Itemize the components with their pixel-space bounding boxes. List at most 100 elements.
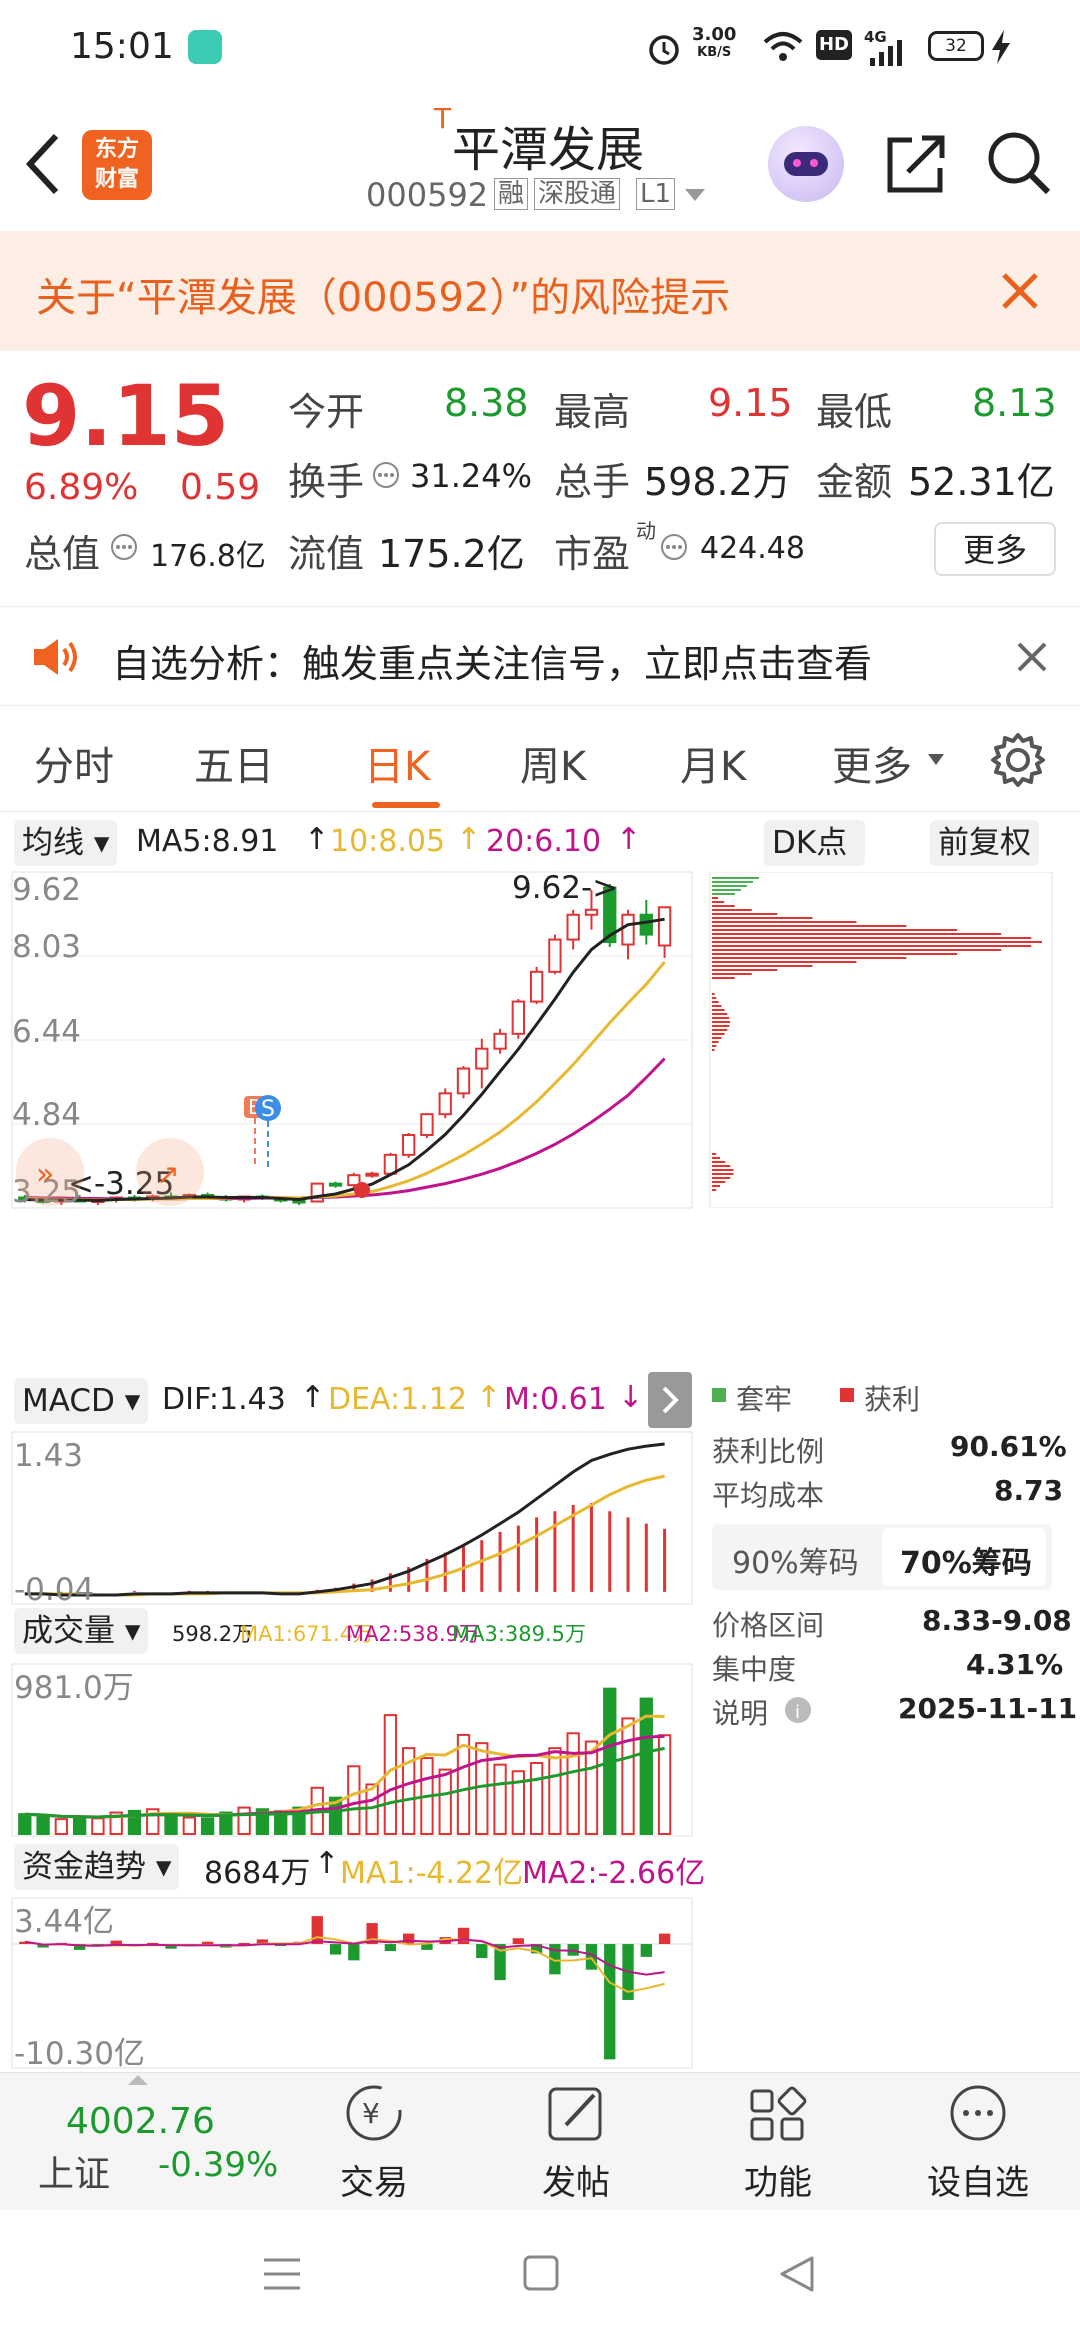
ma10-label: 10:8.05 — [330, 824, 446, 859]
volume-bar — [36, 1814, 50, 1836]
avg-cost-value: 8.73 — [994, 1474, 1064, 1507]
close-icon[interactable] — [1016, 641, 1048, 673]
high-marker: 9.62-> — [512, 870, 618, 906]
volume-bar — [18, 1813, 32, 1835]
menu-icon[interactable] — [262, 2256, 302, 2292]
info-icon[interactable]: i — [784, 1696, 812, 1724]
turnover-label: 换手 — [288, 460, 365, 504]
kline-chart[interactable]: 9.62 8.03 6.44 4.84 3.25 9.62-> <-3.25 B… — [11, 870, 693, 1210]
chevron-right-icon — [662, 1386, 679, 1414]
volume-chart[interactable]: 981.0万 — [11, 1663, 693, 1837]
risk-banner[interactable]: 关于“平潭发展（000592）”的风险提示 — [0, 231, 1080, 351]
tab-chip-70[interactable]: 70%筹码 — [900, 1538, 1032, 1582]
period-tabs: 分时 五日 日K 周K 月K 更多 — [0, 706, 1080, 812]
robot-assistant-icon[interactable] — [768, 126, 844, 202]
info-icon[interactable] — [110, 533, 138, 561]
volume-ymax: 981.0万 — [14, 1670, 134, 1706]
tab-weekly-k[interactable]: 周K — [520, 734, 586, 792]
volume-bar — [54, 1818, 69, 1836]
candle — [328, 1182, 343, 1187]
trade-button[interactable]: ¥ 交易 — [324, 2083, 424, 2203]
back-nav-icon[interactable] — [778, 2254, 816, 2294]
status-time: 15:01 — [70, 26, 174, 67]
close-icon[interactable] — [1000, 271, 1040, 311]
gear-icon[interactable] — [990, 732, 1046, 788]
concentration-value: 4.31% — [966, 1648, 1064, 1681]
signal-icon — [870, 40, 902, 66]
search-icon[interactable] — [986, 130, 1052, 198]
dropdown-icon[interactable] — [684, 188, 706, 202]
candle — [402, 1134, 416, 1156]
caret-up-icon[interactable] — [128, 2073, 148, 2085]
share-icon[interactable] — [884, 132, 948, 196]
info-icon[interactable] — [372, 461, 400, 489]
expand-panel-button[interactable] — [648, 1372, 692, 1428]
amount-label: 金额 — [816, 460, 893, 504]
notice-text[interactable]: 自选分析：触发重点关注信号，立即点击查看 — [112, 633, 872, 688]
indicator-select[interactable]: 均线 ▾ — [14, 820, 118, 866]
fund-bar — [311, 1916, 323, 1945]
home-icon[interactable] — [522, 2254, 560, 2292]
post-button[interactable]: 发帖 — [526, 2083, 626, 2203]
more-button[interactable]: 更多 — [934, 522, 1056, 576]
hd-badge: HD — [816, 30, 852, 60]
dea-label: DEA:1.12 — [328, 1382, 467, 1417]
high-label: 最高 — [554, 390, 631, 434]
back-icon[interactable] — [22, 132, 62, 196]
tab-indicator — [372, 802, 440, 808]
fund-trend-select[interactable]: 资金趋势 ▾ — [14, 1844, 180, 1890]
tab-five-day[interactable]: 五日 — [194, 734, 274, 792]
expand-icon: ↗ — [156, 1158, 179, 1191]
candle — [420, 1113, 434, 1137]
candle — [584, 908, 599, 916]
dk-point-toggle[interactable]: DK点 — [764, 820, 866, 866]
info-icon[interactable] — [660, 533, 688, 561]
volume-bar — [621, 1717, 635, 1835]
system-nav-bar — [0, 2210, 1080, 2340]
tab-more[interactable]: 更多 — [832, 734, 912, 792]
concentration-label: 集中度 — [712, 1653, 797, 1686]
chip-distribution[interactable] — [708, 872, 1054, 1208]
status-bar: 15:01 3.00 KB/S HD 4G 32 — [0, 0, 1080, 96]
m-label: M:0.61 — [504, 1382, 607, 1417]
add-watchlist-button[interactable]: 设自选 — [918, 2083, 1038, 2203]
profit-ratio-label: 获利比例 — [712, 1435, 825, 1468]
fund-bar — [329, 1944, 342, 1955]
volume-value: 598.2万 — [644, 460, 791, 504]
volume-bar — [493, 1763, 507, 1835]
stock-header: 东方 财富 T 平潭发展 000592 融 深股通 L1 — [0, 96, 1080, 231]
profit-legend-swatch — [840, 1388, 854, 1402]
functions-button[interactable]: 功能 — [728, 2083, 828, 2203]
volume-bar — [182, 1816, 196, 1835]
tab-monthly-k[interactable]: 月K — [680, 734, 746, 792]
index-name: 上证 — [38, 2154, 111, 2195]
tab-intraday[interactable]: 分时 — [34, 734, 114, 792]
trap-legend-swatch — [712, 1388, 726, 1402]
tab-daily-k[interactable]: 日K — [364, 734, 430, 792]
index-value[interactable]: 4002.76 — [66, 2101, 215, 2142]
note-label: 说明 — [712, 1697, 769, 1730]
tab-chip-90[interactable]: 90%筹码 — [732, 1538, 859, 1582]
candle — [639, 913, 653, 936]
fund-ma1-label: MA1:-4.22亿 — [340, 1856, 524, 1891]
change-pct: 6.89% — [24, 467, 139, 508]
vol-ma3-label: MA3:389.5万 — [452, 1622, 587, 1646]
stock-name[interactable]: 平潭发展 — [452, 110, 644, 180]
note-date: 2025-11-11 — [898, 1692, 1078, 1725]
candle — [365, 1172, 379, 1177]
ma5-line — [24, 917, 665, 1203]
macd-select[interactable]: MACD ▾ — [14, 1378, 149, 1424]
dropdown-icon[interactable] — [928, 754, 944, 766]
adjust-select[interactable]: 前复权 — [930, 820, 1039, 866]
fund-bar — [421, 1944, 433, 1950]
y-tick: 8.03 — [12, 929, 81, 965]
volume-bar — [475, 1742, 489, 1835]
risk-text[interactable]: 关于“平潭发展（000592）”的风险提示 — [36, 265, 730, 323]
analysis-notice[interactable]: 自选分析：触发重点关注信号，立即点击查看 — [0, 606, 1080, 706]
volume-bar — [566, 1732, 580, 1835]
volume-label: 总手 — [554, 460, 631, 504]
fund-bar — [658, 1933, 671, 1945]
fund-trend-chart[interactable]: 3.44亿 -10.30亿 — [11, 1897, 693, 2072]
volume-select[interactable]: 成交量 ▾ — [14, 1608, 149, 1654]
macd-chart[interactable]: 1.43 -0.04 — [11, 1431, 693, 1608]
